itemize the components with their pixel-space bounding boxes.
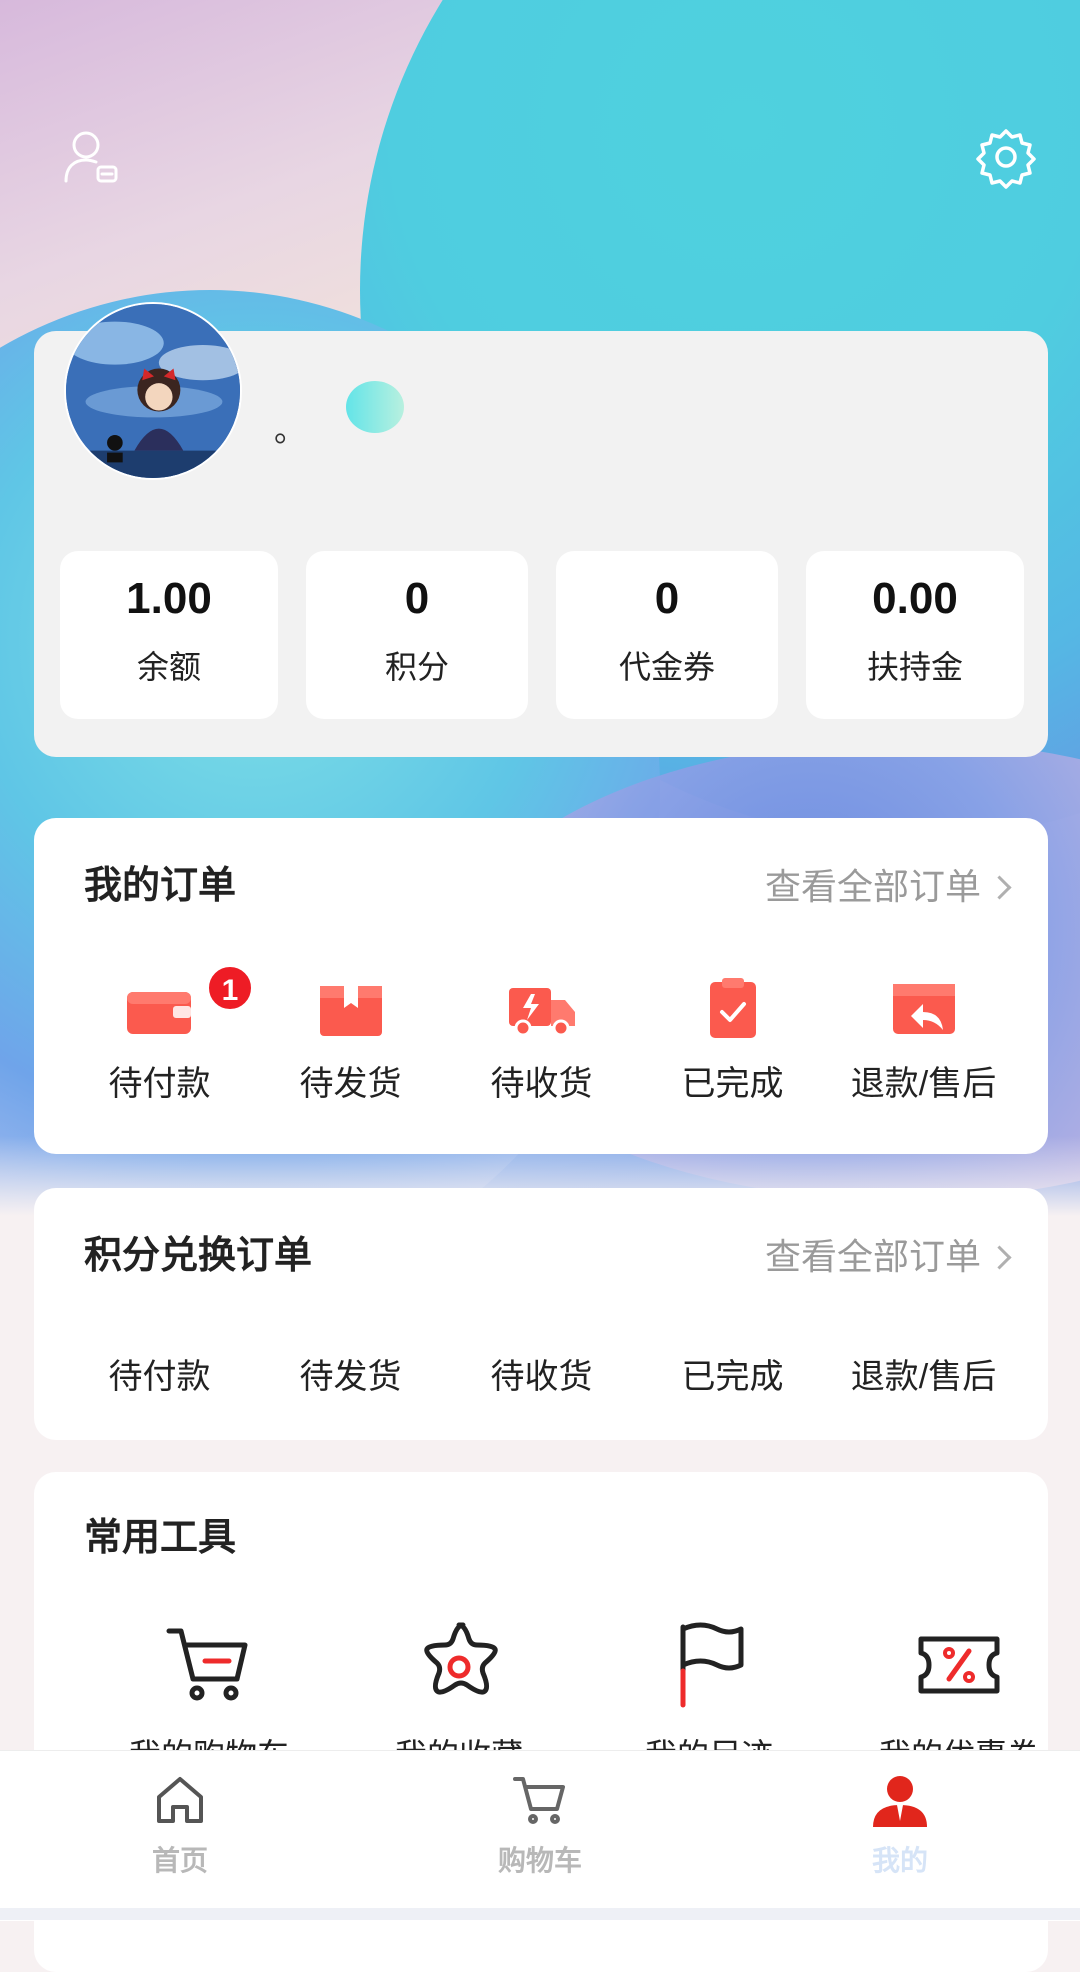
nickname: 。 xyxy=(274,412,307,448)
view-all-points-orders-label: 查看全部订单 xyxy=(764,1236,981,1277)
truck-icon xyxy=(507,978,577,1040)
points-order-pending-shipment[interactable]: 待发货 xyxy=(255,1355,446,1399)
refund-icon xyxy=(889,978,959,1040)
tab-label: 首页 xyxy=(151,1845,208,1876)
stat-label: 积分 xyxy=(384,649,449,685)
flag-icon xyxy=(680,1622,744,1708)
order-status-row: 1 待付款 待发货 待收货 已完成 退款/售后 xyxy=(34,964,1048,1106)
stat-value: 0 xyxy=(404,574,430,623)
order-pending-payment[interactable]: 1 待付款 xyxy=(64,964,255,1106)
tab-mine[interactable]: 我的 xyxy=(720,1751,1080,1921)
points-order-pending-receipt[interactable]: 待收货 xyxy=(446,1355,637,1399)
order-label: 待收货 xyxy=(490,1358,593,1396)
bottom-strip xyxy=(0,1908,1080,1920)
order-label: 已完成 xyxy=(681,1358,784,1396)
cart-icon xyxy=(166,1628,248,1701)
chevron-right-icon xyxy=(987,874,1012,900)
order-label: 退款/售后 xyxy=(850,1065,997,1103)
chevron-right-icon xyxy=(987,1244,1012,1270)
avatar[interactable] xyxy=(64,302,242,480)
user-switch-icon[interactable] xyxy=(60,125,124,189)
coupon-icon xyxy=(918,1636,1000,1694)
stat-label: 代金券 xyxy=(618,649,715,685)
clipboard-check-icon xyxy=(698,978,768,1040)
order-label: 待付款 xyxy=(108,1358,211,1396)
stat-balance[interactable]: 1.00 余额 xyxy=(60,551,278,719)
tab-cart[interactable]: 购物车 xyxy=(360,1751,720,1921)
star-icon xyxy=(424,1622,498,1695)
cart-icon xyxy=(513,1777,565,1824)
order-label: 待收货 xyxy=(490,1065,593,1103)
stat-value: 0.00 xyxy=(872,574,958,623)
profile-icon xyxy=(873,1776,927,1827)
order-completed[interactable]: 已完成 xyxy=(637,978,828,1106)
tools-title: 常用工具 xyxy=(84,1517,237,1559)
order-label: 待发货 xyxy=(299,1358,402,1396)
home-icon xyxy=(157,1777,203,1823)
tab-home[interactable]: 首页 xyxy=(0,1751,360,1921)
tab-label: 购物车 xyxy=(497,1845,582,1876)
profile-card: 。 1.00 余额 0 积分 0 代金券 0.00 扶持金 xyxy=(34,302,1048,757)
my-orders-title: 我的订单 xyxy=(84,865,237,907)
view-all-points-orders-link[interactable]: 查看全部订单 xyxy=(764,1235,1012,1279)
my-orders-card: 我的订单 查看全部订单 1 待付款 待发货 待收货 已完成 退款/售后 xyxy=(34,818,1048,1154)
pending-payment-count-badge: 1 xyxy=(206,964,254,1012)
order-label: 退款/售后 xyxy=(850,1358,997,1396)
points-orders-title: 积分兑换订单 xyxy=(84,1235,313,1277)
stats-row: 1.00 余额 0 积分 0 代金券 0.00 扶持金 xyxy=(60,551,1024,719)
gear-icon[interactable] xyxy=(974,125,1038,189)
stat-support-fund[interactable]: 0.00 扶持金 xyxy=(806,551,1024,719)
points-order-status-row: 待付款 待发货 待收货 已完成 退款/售后 xyxy=(34,1355,1048,1399)
stat-points[interactable]: 0 积分 xyxy=(306,551,528,719)
order-label: 已完成 xyxy=(681,1065,784,1103)
stat-label: 余额 xyxy=(136,649,201,685)
stat-vouchers[interactable]: 0 代金券 xyxy=(556,551,778,719)
bottom-tab-bar: 首页 购物车 我的 xyxy=(0,1750,1080,1921)
order-pending-receipt[interactable]: 待收货 xyxy=(446,978,637,1106)
view-all-orders-link[interactable]: 查看全部订单 xyxy=(764,865,1012,909)
tab-label: 我的 xyxy=(871,1845,928,1876)
view-all-orders-label: 查看全部订单 xyxy=(764,866,981,907)
wallet-icon xyxy=(125,978,195,1040)
order-label: 待付款 xyxy=(108,1065,211,1103)
order-label: 待发货 xyxy=(299,1065,402,1103)
order-pending-shipment[interactable]: 待发货 xyxy=(255,978,446,1106)
level-badge xyxy=(346,381,404,433)
stat-value: 0 xyxy=(654,574,680,623)
stat-value: 1.00 xyxy=(126,574,212,623)
points-order-refund-aftersale[interactable]: 退款/售后 xyxy=(828,1355,1019,1399)
stat-label: 扶持金 xyxy=(866,649,963,685)
order-refund-aftersale[interactable]: 退款/售后 xyxy=(828,978,1019,1106)
points-order-completed[interactable]: 已完成 xyxy=(637,1355,828,1399)
points-orders-card: 积分兑换订单 查看全部订单 待付款 待发货 待收货 已完成 退款/售后 xyxy=(34,1188,1048,1440)
package-icon xyxy=(316,978,386,1040)
points-order-pending-payment[interactable]: 待付款 xyxy=(64,1355,255,1399)
